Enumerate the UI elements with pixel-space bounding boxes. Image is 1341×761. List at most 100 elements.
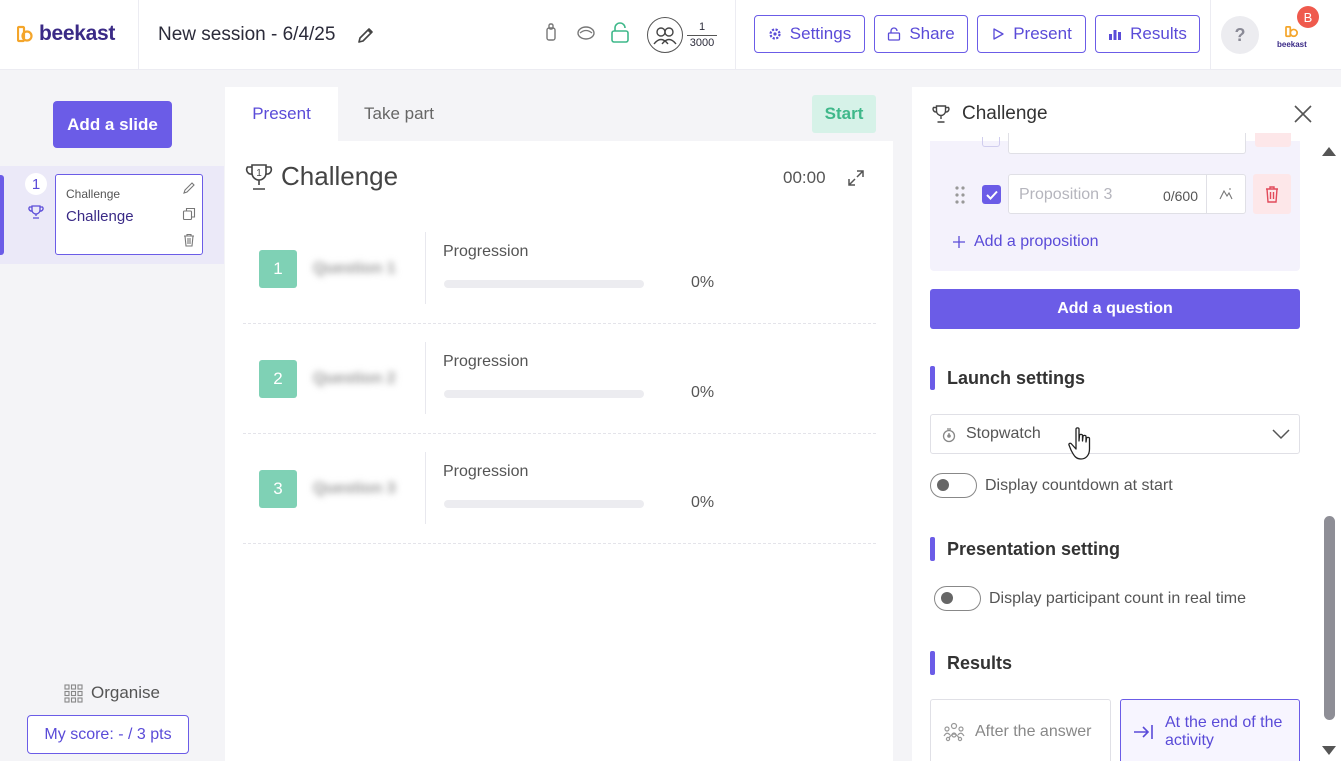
scroll-down-arrow[interactable] (1322, 746, 1336, 755)
trash-icon (1266, 186, 1278, 203)
progress-percent: 0% (691, 494, 715, 511)
toggle-knob (937, 479, 949, 491)
question-label: Question 2 (313, 370, 396, 387)
trophy-icon (932, 105, 950, 123)
question-label: Question 3 (313, 480, 396, 497)
launch-mode-select[interactable]: Stopwatch (930, 414, 1300, 454)
countdown-label: Display countdown at start (985, 476, 1173, 494)
settings-button[interactable]: Settings (754, 15, 865, 53)
progression-label: Progression (443, 463, 529, 480)
progress-bar (444, 390, 644, 398)
people-icon (647, 17, 683, 53)
reaction-icon[interactable] (576, 22, 596, 44)
results-title: Results (947, 652, 1013, 673)
my-score-button[interactable]: My score: - / 3 pts (27, 715, 189, 754)
arrow-to-end-icon (1134, 725, 1153, 739)
question-label: Question 1 (313, 260, 396, 277)
present-label: Present (1013, 24, 1072, 43)
organise-button[interactable]: Organise (64, 683, 160, 703)
section-accent (930, 651, 935, 675)
participants-current: 1 (698, 20, 706, 33)
results-button[interactable]: Results (1095, 15, 1200, 53)
results-option-after-answer[interactable]: After the answer (930, 699, 1111, 761)
image-icon[interactable] (1206, 175, 1245, 213)
countdown-toggle[interactable] (930, 473, 977, 498)
tab-take-part-label: Take part (364, 104, 434, 123)
trophy-icon (28, 205, 44, 219)
copy-icon[interactable] (182, 207, 196, 221)
add-slide-button[interactable]: Add a slide (53, 101, 172, 148)
stopwatch-icon (942, 428, 956, 443)
challenge-title: Challenge (281, 161, 399, 191)
beekast-logo-icon (17, 25, 33, 43)
presentation-setting-heading: Presentation setting (930, 537, 1120, 561)
gear-icon (769, 28, 781, 40)
proposition-input-partial[interactable] (1008, 133, 1246, 154)
pencil-icon[interactable] (356, 25, 376, 45)
share-label: Share (909, 24, 955, 43)
delete-proposition-partial[interactable] (1255, 133, 1291, 147)
present-button[interactable]: Present (977, 15, 1086, 53)
proposition-placeholder: Proposition 3 (1019, 186, 1113, 203)
scroll-up-arrow[interactable] (1322, 147, 1336, 156)
pencil-icon[interactable] (182, 181, 196, 195)
add-proposition-label: Add a proposition (974, 233, 1099, 250)
share-button[interactable]: Share (874, 15, 968, 53)
plus-icon (953, 236, 965, 248)
participants-max: 3000 (689, 36, 715, 49)
tab-take-part[interactable]: Take part (338, 87, 893, 141)
lock-icon (888, 27, 901, 41)
bar-chart-icon (1109, 30, 1122, 40)
progress-percent: 0% (691, 384, 715, 401)
results-option-end-of-activity[interactable]: At the end of the activity (1120, 699, 1300, 761)
help-button[interactable]: ? (1221, 16, 1259, 54)
tab-present[interactable]: Present (225, 87, 338, 141)
launch-mode-value: Stopwatch (966, 425, 1041, 442)
proposition-input[interactable]: Proposition 3 0/600 (1008, 174, 1246, 214)
question-row[interactable]: 1 Question 1 Progression 0% (243, 214, 876, 324)
participant-count-toggle[interactable] (934, 586, 981, 611)
trash-icon[interactable] (182, 233, 196, 247)
slide-title: Challenge (66, 208, 134, 225)
lock-icon[interactable] (610, 22, 630, 44)
drag-handle-icon[interactable] (954, 185, 966, 205)
header-divider (1210, 0, 1211, 70)
progress-percent: 0% (691, 274, 715, 291)
progression-label: Progression (443, 243, 529, 260)
grid-icon (64, 683, 83, 703)
start-button[interactable]: Start (812, 95, 876, 133)
row-divider (425, 232, 426, 304)
progression-label: Progression (443, 353, 529, 370)
center-panel: Present Take part Start 1 Challenge 00:0… (225, 87, 893, 761)
slide-type-label: Challenge (66, 187, 121, 201)
panel-title: Challenge (962, 103, 1048, 124)
session-title: New session - 6/4/25 (158, 24, 336, 45)
check-icon (985, 190, 998, 200)
right-panel: Challenge Proposition 3 0/600 Add a prop… (912, 87, 1341, 761)
play-icon (993, 28, 1004, 40)
close-icon[interactable] (1293, 104, 1313, 124)
timer: 00:00 (783, 168, 826, 187)
scroll-thumb[interactable] (1324, 516, 1335, 720)
add-question-button[interactable]: Add a question (930, 289, 1300, 329)
expand-icon[interactable] (846, 168, 866, 188)
slide-thumbnail[interactable]: Challenge Challenge (55, 174, 203, 255)
hand-icon[interactable] (541, 22, 561, 44)
participant-fraction: 1 3000 (687, 21, 717, 50)
avatar-logo: beekast (1277, 26, 1307, 49)
row-divider (425, 342, 426, 414)
participant-counter[interactable]: 1 3000 (647, 17, 717, 53)
add-proposition-button[interactable]: Add a proposition (952, 233, 1099, 251)
delete-proposition-button[interactable] (1253, 174, 1291, 214)
proposition-checkbox-partial[interactable] (982, 137, 1000, 147)
character-counter: 0/600 (1162, 188, 1198, 204)
fraction-line (687, 34, 717, 36)
results-heading: Results (930, 651, 1012, 675)
avatar[interactable]: B beekast (1273, 6, 1323, 56)
avatar-initial: B (1297, 6, 1319, 28)
proposition-checkbox[interactable] (982, 185, 1001, 204)
beekast-logo[interactable]: beekast (17, 22, 115, 46)
question-row[interactable]: 2 Question 2 Progression 0% (243, 324, 876, 434)
question-row[interactable]: 3 Question 3 Progression 0% (243, 434, 876, 544)
presentation-setting-title: Presentation setting (947, 538, 1121, 559)
